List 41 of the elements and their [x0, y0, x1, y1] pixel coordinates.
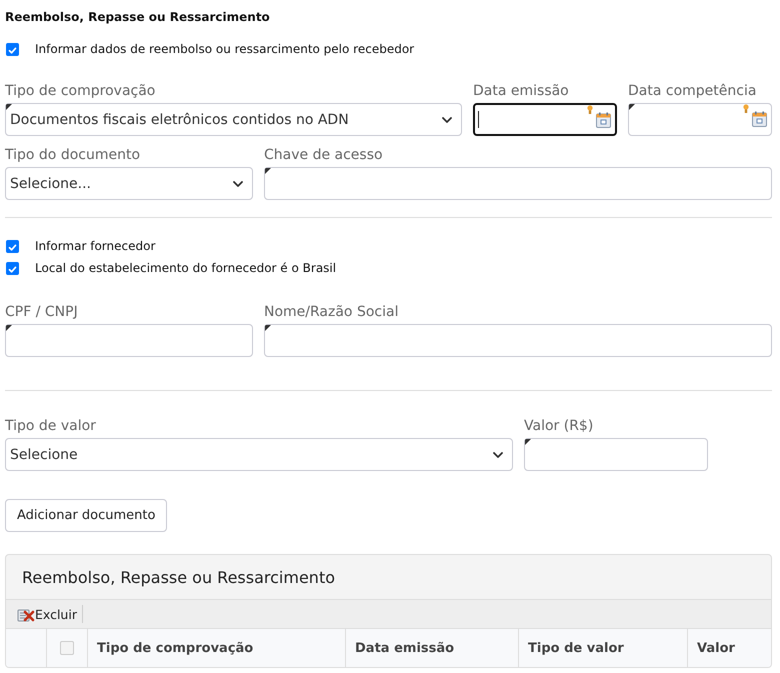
checkbox[interactable]: [6, 42, 19, 56]
document-delete-icon: [17, 606, 35, 622]
field-label: Tipo de valor: [5, 417, 97, 436]
delete-button[interactable]: Excluir: [17, 606, 77, 622]
field-label: Tipo de comprovação: [5, 82, 156, 101]
checkbox-label[interactable]: Local do estabelecimento do fornecedor é o Brasil: [35, 260, 336, 276]
checkbox-label[interactable]: Informar dados de reembolso ou ressarcimento pelo recebedor: [35, 41, 414, 57]
field-label: Tipo do documento: [5, 146, 142, 165]
date-field[interactable]: [473, 103, 617, 136]
text-field[interactable]: [524, 438, 708, 471]
chevron-down-icon: [493, 452, 503, 458]
select-field[interactable]: Selecione...: [5, 167, 253, 200]
calendar-icon[interactable]: [596, 112, 611, 128]
field-label: Chave de acesso: [264, 146, 384, 165]
field-label: CPF / CNPJ: [5, 303, 79, 322]
select-field[interactable]: Documentos fiscais eletrônicos contidos no ADN: [5, 103, 462, 136]
column-header[interactable]: Tipo de valor: [519, 629, 688, 667]
text-field[interactable]: [5, 324, 253, 357]
chevron-down-icon: [442, 116, 452, 122]
field-label: Nome/Razão Social: [264, 303, 400, 322]
select-all-checkbox[interactable]: [60, 641, 74, 655]
section-heading: Reembolso, Repasse ou Ressarcimento: [5, 9, 271, 25]
field-label: Valor (R$): [524, 417, 594, 436]
lightbulb-icon: [743, 104, 749, 114]
checkbox-label[interactable]: Informar fornecedor: [35, 238, 156, 254]
chevron-down-icon: [233, 180, 243, 186]
text-field[interactable]: [264, 167, 772, 200]
field-label: Data competência: [628, 82, 758, 101]
column-header[interactable]: Valor: [688, 629, 771, 667]
select-field[interactable]: Selecione: [5, 438, 513, 471]
checkbox[interactable]: [6, 262, 19, 274]
text-field[interactable]: [264, 324, 772, 357]
add-document-button[interactable]: Adicionar documento: [5, 499, 168, 532]
checkbox[interactable]: [6, 240, 19, 252]
column-header[interactable]: Data emissão: [346, 629, 519, 667]
text-cursor-icon: [478, 111, 479, 128]
panel-title: Reembolso, Repasse ou Ressarcimento: [22, 568, 335, 586]
calendar-icon[interactable]: [752, 111, 767, 127]
field-label: Data emissão: [473, 82, 570, 101]
column-header[interactable]: Tipo de comprovação: [88, 629, 346, 667]
lightbulb-icon: [587, 105, 593, 115]
